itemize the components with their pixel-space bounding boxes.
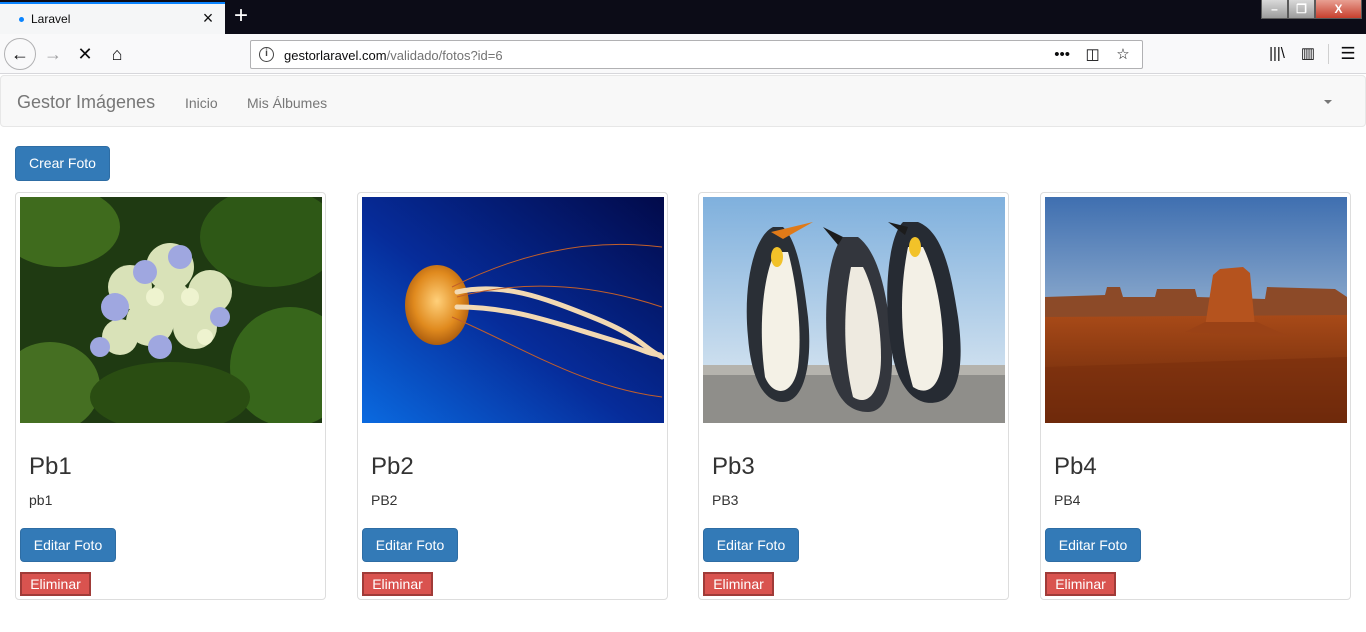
eliminar-button[interactable]: Eliminar <box>20 572 91 596</box>
toolbar-separator <box>1328 44 1329 64</box>
crear-foto-button[interactable]: Crear Foto <box>15 146 110 181</box>
forward-icon[interactable]: → <box>38 39 68 69</box>
photo-title: Pb3 <box>712 453 755 480</box>
window-minimize-button[interactable]: – <box>1261 0 1288 19</box>
editar-foto-button[interactable]: Editar Foto <box>362 528 458 562</box>
menu-icon[interactable]: ☰ <box>1336 43 1360 65</box>
photo-thumbnail[interactable] <box>20 197 322 423</box>
window-maximize-button[interactable]: ❐ <box>1288 0 1315 19</box>
photo-thumbnail[interactable] <box>362 197 664 423</box>
url-bar[interactable]: i gestorlaravel.com/validado/fotos?id=6 … <box>250 40 1143 69</box>
browser-tab-bar: Laravel × + – ❐ X <box>0 0 1366 34</box>
info-icon[interactable]: i <box>259 47 274 62</box>
browser-tab[interactable]: Laravel × <box>0 2 225 34</box>
user-dropdown-caret-icon[interactable] <box>1324 100 1332 104</box>
photo-thumbnail[interactable] <box>1045 197 1347 423</box>
photo-title: Pb4 <box>1054 453 1097 480</box>
photo-card: Pb3 PB3 Editar Foto Eliminar <box>698 192 1009 600</box>
library-icon[interactable]: |||\ <box>1265 43 1289 65</box>
sidebar-icon[interactable]: ▥ <box>1296 43 1320 65</box>
window-close-button[interactable]: X <box>1315 0 1362 19</box>
nav-link-inicio[interactable]: Inicio <box>185 95 218 111</box>
eliminar-button[interactable]: Eliminar <box>703 572 774 596</box>
app-navbar: Gestor Imágenes Inicio Mis Álbumes <box>0 75 1366 127</box>
url-domain: gestorlaravel.com <box>284 48 387 63</box>
stop-icon[interactable]: ✕ <box>70 39 100 69</box>
photo-description: PB4 <box>1054 492 1081 508</box>
photo-description: pb1 <box>29 492 53 508</box>
url-text[interactable]: gestorlaravel.com/validado/fotos?id=6 <box>284 48 503 63</box>
tab-title: Laravel <box>31 12 71 26</box>
more-icon[interactable]: ••• <box>1049 44 1075 66</box>
url-path: /validado/fotos?id=6 <box>386 48 503 63</box>
editar-foto-button[interactable]: Editar Foto <box>703 528 799 562</box>
nav-link-mis-albumes[interactable]: Mis Álbumes <box>247 95 327 111</box>
editar-foto-button[interactable]: Editar Foto <box>20 528 116 562</box>
brand-link[interactable]: Gestor Imágenes <box>17 92 155 113</box>
photo-thumbnail[interactable] <box>703 197 1005 423</box>
photo-card: Pb1 pb1 Editar Foto Eliminar <box>15 192 326 600</box>
tab-loading-icon <box>19 17 24 22</box>
photo-card: Pb2 PB2 Editar Foto Eliminar <box>357 192 668 600</box>
editar-foto-button[interactable]: Editar Foto <box>1045 528 1141 562</box>
tab-close-icon[interactable]: × <box>198 8 218 28</box>
photo-description: PB3 <box>712 492 739 508</box>
photo-title: Pb2 <box>371 453 414 480</box>
home-icon[interactable]: ⌂ <box>102 39 132 69</box>
url-actions: ••• ◫ ☆ <box>1049 44 1136 66</box>
photo-description: PB2 <box>371 492 398 508</box>
new-tab-icon[interactable]: + <box>229 4 253 30</box>
eliminar-button[interactable]: Eliminar <box>362 572 433 596</box>
back-icon[interactable]: ← <box>4 38 36 70</box>
browser-toolbar: ← → ✕ ⌂ i gestorlaravel.com/validado/fot… <box>0 34 1366 74</box>
photo-title: Pb1 <box>29 453 72 480</box>
bookmark-star-icon[interactable]: ☆ <box>1110 44 1136 66</box>
eliminar-button[interactable]: Eliminar <box>1045 572 1116 596</box>
photo-card: Pb4 PB4 Editar Foto Eliminar <box>1040 192 1351 600</box>
pocket-icon[interactable]: ◫ <box>1080 44 1106 66</box>
